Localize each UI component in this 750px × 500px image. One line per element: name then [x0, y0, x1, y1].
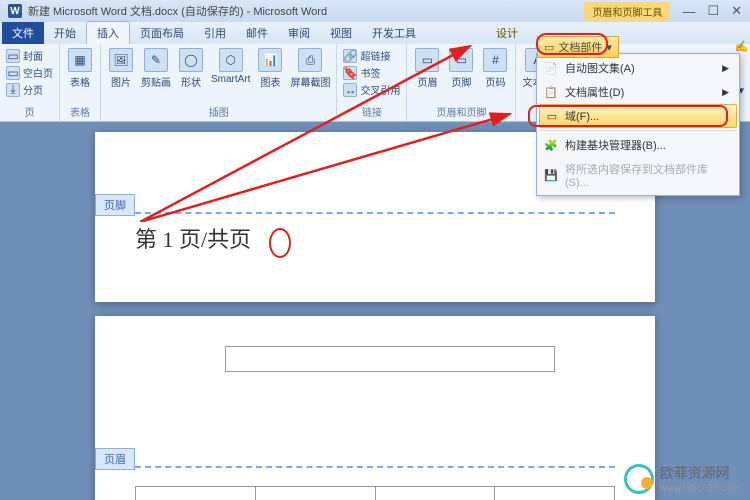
header-boundary: 页眉	[135, 466, 615, 468]
watermark-url: www.office26.com	[660, 483, 740, 494]
cover-page-button[interactable]: ▭封面	[6, 48, 53, 63]
tab-insert[interactable]: 插入	[86, 21, 130, 44]
window-title: 新建 Microsoft Word 文档.docx (自动保存的) - Micr…	[28, 3, 584, 19]
quickparts-button[interactable]: ▭ 文档部件▾	[537, 36, 619, 58]
blank-page-button[interactable]: ▭空白页	[6, 65, 53, 80]
field-icon: ▭	[544, 108, 560, 124]
watermark-logo-icon	[624, 464, 654, 494]
minimize-button[interactable]: —	[682, 4, 695, 19]
tab-references[interactable]: 引用	[194, 22, 236, 44]
quickparts-icon: ▭	[544, 41, 554, 54]
watermark: 欧菲资源网 www.office26.com	[624, 463, 740, 494]
footer-button[interactable]: ▭页脚	[447, 48, 475, 89]
hyperlink-button[interactable]: 🔗超链接	[343, 48, 400, 63]
menu-field[interactable]: ▭域(F)...	[539, 104, 737, 128]
chart-icon: 📊	[258, 48, 282, 72]
footer-boundary: 页脚	[135, 212, 615, 214]
smartart-button[interactable]: ⬡SmartArt	[211, 48, 250, 89]
blank-icon: ▭	[6, 66, 20, 80]
footer-page-text[interactable]: 第 1 页/共页	[135, 222, 615, 254]
table-cell[interactable]: 百度	[375, 487, 495, 500]
smartart-icon: ⬡	[219, 48, 243, 72]
maximize-button[interactable]: ☐	[707, 3, 719, 19]
tab-developer[interactable]: 开发工具	[362, 22, 426, 44]
group-pages-label: 页	[6, 104, 53, 119]
menu-autotext[interactable]: 📄自动图文集(A)▶	[539, 56, 737, 80]
footer-tag: 页脚	[95, 194, 135, 216]
page-icon: ▭	[6, 49, 20, 63]
table-icon: ▦	[68, 48, 92, 72]
shapes-button[interactable]: ◯形状	[177, 48, 205, 89]
docprops-icon: 📋	[543, 84, 559, 100]
table-button[interactable]: ▦表格	[66, 48, 94, 89]
page-2[interactable]: 页眉 百度 百度 百度 百度	[95, 316, 655, 500]
chevron-right-icon: ▶	[722, 63, 729, 74]
picture-button[interactable]: 🖼图片	[107, 48, 135, 89]
tab-review[interactable]: 审阅	[278, 22, 320, 44]
group-tables-label: 表格	[66, 104, 94, 119]
table-cell[interactable]: 百度	[255, 487, 375, 500]
blocks-icon: 🧩	[543, 137, 559, 153]
title-bar: W 新建 Microsoft Word 文档.docx (自动保存的) - Mi…	[0, 0, 750, 22]
pagenum-icon: #	[483, 48, 507, 72]
tab-design[interactable]: 设计	[486, 22, 528, 44]
menu-save-selection: 💾将所选内容保存到文档部件库(S)...	[539, 157, 737, 193]
word-app-icon: W	[8, 4, 22, 18]
screenshot-icon: ⎙	[298, 48, 322, 72]
header-icon: ▭	[415, 48, 439, 72]
bookmark-icon: 🔖	[343, 66, 357, 80]
tab-mailings[interactable]: 邮件	[236, 22, 278, 44]
tab-file[interactable]: 文件	[2, 22, 44, 44]
quickparts-dropdown: ▭ 文档部件▾ ✍签名行 ▾ 📄自动图文集(A)▶ 📋文档属性(D)▶ ▭域(F…	[536, 53, 740, 196]
shapes-icon: ◯	[179, 48, 203, 72]
chevron-down-icon: ▾	[606, 41, 612, 54]
signature-button[interactable]: ✍签名行 ▾	[731, 36, 750, 56]
bottom-table[interactable]: 百度 百度 百度 百度	[135, 486, 615, 500]
chart-button[interactable]: 📊图表	[256, 48, 284, 89]
tab-view[interactable]: 视图	[320, 22, 362, 44]
contextual-tab-label: 页眉和页脚工具	[584, 2, 670, 21]
tab-layout[interactable]: 页面布局	[130, 22, 194, 44]
crossref-button[interactable]: ↔交叉引用	[343, 82, 400, 97]
footer-icon: ▭	[449, 48, 473, 72]
picture-icon: 🖼	[109, 48, 133, 72]
screenshot-button[interactable]: ⎙屏幕截图	[290, 48, 330, 89]
chevron-right-icon: ▶	[722, 87, 729, 98]
menu-docprops[interactable]: 📋文档属性(D)▶	[539, 80, 737, 104]
page-break-button[interactable]: ⤓分页	[6, 82, 53, 97]
pagenum-button[interactable]: #页码	[481, 48, 509, 89]
group-headerfooter-label: 页眉和页脚	[413, 104, 509, 119]
crossref-icon: ↔	[343, 83, 357, 97]
ribbon-tabs: 文件 开始 插入 页面布局 引用 邮件 审阅 视图 开发工具 设计	[0, 22, 750, 44]
menu-building-blocks[interactable]: 🧩构建基块管理器(B)...	[539, 133, 737, 157]
content-table[interactable]	[225, 346, 555, 372]
table-cell[interactable]: 百度	[136, 487, 256, 500]
bookmark-button[interactable]: 🔖书签	[343, 65, 400, 80]
group-illustrations-label: 插图	[107, 104, 330, 119]
link-icon: 🔗	[343, 49, 357, 63]
table-cell[interactable]: 百度	[495, 487, 615, 500]
tab-home[interactable]: 开始	[44, 22, 86, 44]
header-button[interactable]: ▭页眉	[413, 48, 441, 89]
close-button[interactable]: ✕	[731, 3, 742, 19]
watermark-name: 欧菲资源网	[660, 463, 740, 483]
break-icon: ⤓	[6, 83, 20, 97]
signature-icon: ✍	[735, 40, 749, 53]
clipart-button[interactable]: ✎剪贴画	[141, 48, 171, 89]
group-links-label: 链接	[343, 104, 400, 119]
save-icon: 💾	[543, 167, 559, 183]
header-tag: 页眉	[95, 448, 135, 470]
clipart-icon: ✎	[144, 48, 168, 72]
autotext-icon: 📄	[543, 60, 559, 76]
